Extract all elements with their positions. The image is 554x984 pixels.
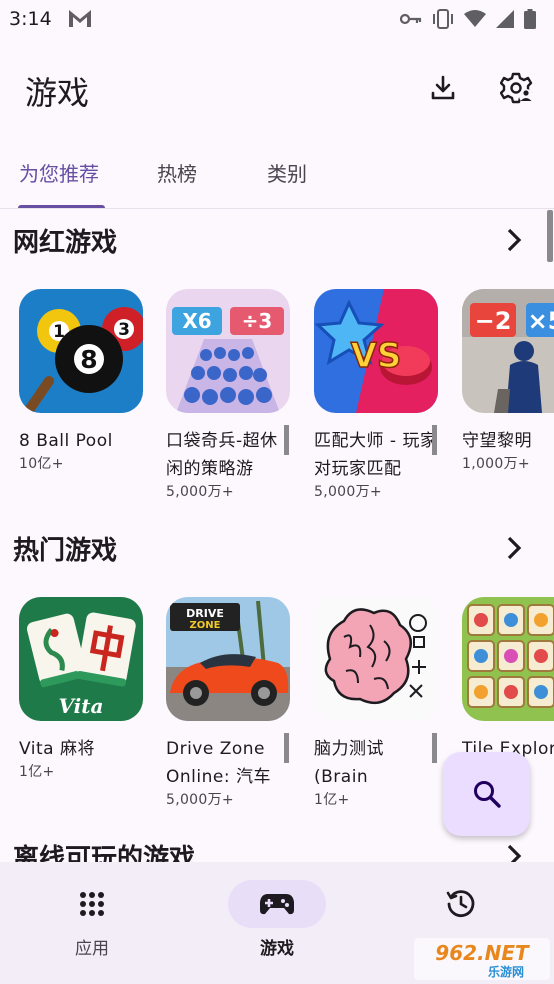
section-title: 网红游戏 [13, 228, 118, 258]
download-count: 1亿+ [19, 764, 55, 780]
nav-games-indicator [228, 880, 326, 928]
app-icon-drive-zone: DRIVE ZONE [166, 597, 290, 721]
nav-apps[interactable]: 应用 [37, 880, 147, 960]
nav-history-indicator [412, 880, 510, 928]
overflow-marker [432, 425, 437, 455]
gamepad-icon [260, 894, 294, 915]
app-card[interactable]: Tile Explor [462, 597, 554, 763]
app-card[interactable]: 1 3 8 8 Ball Pool 10亿+ [19, 289, 143, 473]
app-carousel: 1 3 8 8 Ball Pool 10亿+ X6 ÷3 口袋奇兵-超休闲的策略… [0, 289, 554, 519]
svg-text:−2: −2 [475, 307, 512, 335]
app-name: Drive Zone Online: 汽车 [166, 739, 271, 787]
download-count: 5,000万+ [166, 484, 234, 500]
download-button[interactable] [423, 68, 463, 108]
app-card[interactable]: Vita Vita 麻将 1亿+ [19, 597, 143, 781]
section-title: 热门游戏 [13, 536, 118, 566]
download-icon [431, 75, 455, 100]
app-card[interactable]: DRIVE ZONE Drive Zone Online: 汽车 5,000万+ [166, 597, 290, 809]
key-icon [400, 13, 422, 25]
tab-categories[interactable]: 类别 [267, 158, 307, 187]
divider [0, 208, 554, 209]
tab-charts[interactable]: 热榜 [157, 158, 197, 187]
svg-text:乐游网: 乐游网 [488, 964, 524, 979]
svg-text:3: 3 [118, 320, 130, 340]
tab-recommended[interactable]: 为您推荐 [19, 158, 99, 187]
app-name: 匹配大师 - 玩家对玩家匹配 [314, 431, 438, 479]
app-icon-8-ball-pool: 1 3 8 [19, 289, 143, 413]
section-more-button[interactable] [500, 226, 528, 254]
app-icon-vita-mahjong: Vita [19, 597, 143, 721]
nav-label: 应用 [75, 939, 109, 959]
wifi-icon [464, 10, 486, 27]
overflow-marker [284, 425, 289, 455]
app-card[interactable]: 脑力测试 (Brain 1亿+ [314, 597, 438, 809]
app-icon-pocket-troops: X6 ÷3 [166, 289, 290, 413]
app-icon-tile-explorer [462, 597, 554, 721]
status-icons [400, 8, 536, 30]
status-time: 3:14 [9, 8, 52, 30]
app-icon-match-masters: VS [314, 289, 438, 413]
svg-text:Vita: Vita [59, 694, 104, 718]
signal-icon [496, 10, 514, 28]
svg-text:ZONE: ZONE [190, 620, 221, 631]
search-icon [473, 781, 501, 808]
nav-apps-indicator [43, 880, 141, 928]
chevron-right-icon [507, 228, 522, 252]
svg-text:÷3: ÷3 [242, 309, 273, 333]
section-more-button[interactable] [500, 534, 528, 562]
history-icon [446, 890, 475, 917]
account-settings-button[interactable] [497, 68, 537, 108]
app-card[interactable]: VS 匹配大师 - 玩家对玩家匹配 5,000万+ [314, 289, 438, 501]
chevron-right-icon [507, 536, 522, 560]
vibrate-icon [433, 9, 453, 29]
search-fab[interactable] [443, 752, 530, 836]
scrollbar-thumb[interactable] [547, 210, 553, 262]
settings-icon [500, 72, 533, 104]
tab-bar: 为您推荐 热榜 类别 [0, 150, 554, 208]
nav-games[interactable]: 游戏 [222, 880, 332, 960]
apps-grid-icon [80, 892, 104, 916]
battery-icon [524, 9, 536, 29]
download-count: 10亿+ [19, 456, 64, 472]
page-title: 游戏 [25, 74, 90, 112]
download-count: 5,000万+ [166, 792, 234, 808]
app-card[interactable]: X6 ÷3 口袋奇兵-超休闲的策略游 5,000万+ [166, 289, 290, 501]
download-count: 5,000万+ [314, 484, 382, 500]
app-name: Vita 麻将 [19, 739, 95, 759]
watermark-logo: 962.NET 乐游网 [414, 938, 550, 980]
svg-text:×5: ×5 [528, 307, 554, 335]
app-name: 守望黎明 [462, 431, 532, 451]
app-card[interactable]: −2 ×5 守望黎明 1,000万+ [462, 289, 554, 473]
download-count: 1,000万+ [462, 456, 530, 472]
app-name: 口袋奇兵-超休闲的策略游 [166, 431, 278, 479]
app-name: 脑力测试 (Brain [314, 739, 384, 787]
download-count: 1亿+ [314, 792, 350, 808]
status-bar: 3:14 [0, 0, 554, 40]
svg-text:DRIVE: DRIVE [186, 607, 224, 620]
svg-text:8: 8 [80, 345, 97, 374]
app-icon-dawn-watch: −2 ×5 [462, 289, 554, 413]
overflow-marker [432, 733, 437, 763]
svg-text:VS: VS [351, 336, 402, 376]
nav-label: 游戏 [260, 939, 294, 959]
svg-text:X6: X6 [182, 309, 211, 333]
svg-text:962.NET: 962.NET [435, 941, 530, 965]
gmail-icon [69, 10, 91, 27]
app-name: 8 Ball Pool [19, 431, 113, 451]
overflow-marker [284, 733, 289, 763]
app-icon-brain-test [314, 597, 438, 721]
